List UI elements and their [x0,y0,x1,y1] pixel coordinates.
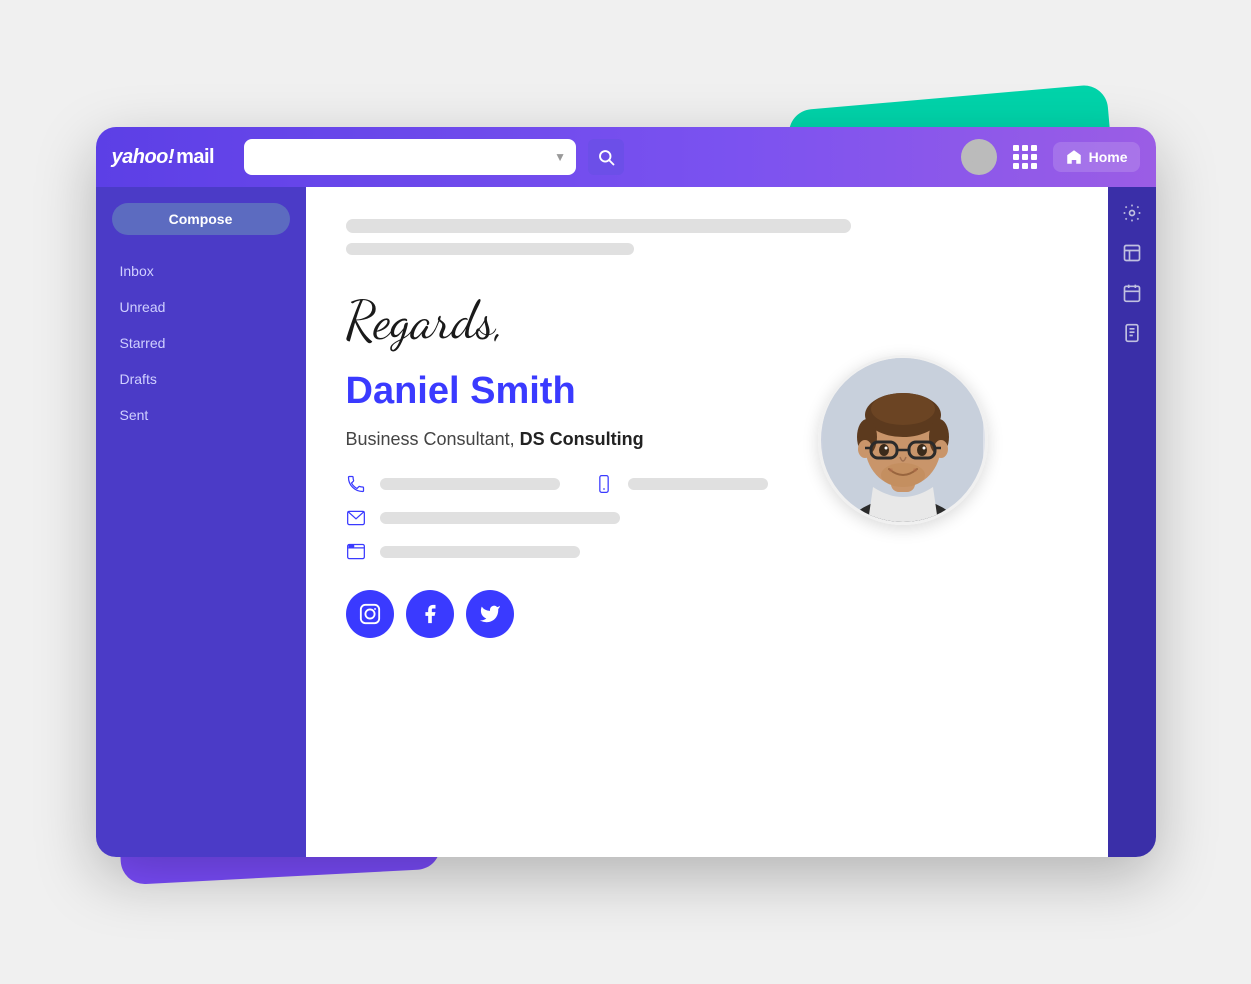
signature-card: Regards, Daniel Smith Business Consultan… [346,295,1068,638]
email-header-lines [346,219,1068,255]
sender-company: DS Consulting [520,429,644,449]
apps-icon[interactable] [1009,141,1041,173]
facebook-button[interactable] [406,590,454,638]
browser-body: Compose Inbox Unread Starred Drafts Sent [96,187,1156,857]
scene: yahoo! mail ▼ [76,67,1176,917]
sidebar: Compose Inbox Unread Starred Drafts Sent [96,187,306,857]
sender-avatar [818,355,988,525]
instagram-icon [359,603,381,625]
website-icon [346,542,366,562]
yahoo-exclaim: ! [168,146,174,168]
browser-header: yahoo! mail ▼ [96,127,1156,187]
yahoo-word: yahoo [112,146,168,168]
sidebar-item-starred[interactable]: Starred [96,327,306,359]
notes-icon-btn[interactable] [1122,323,1142,343]
search-input[interactable] [254,149,547,165]
sidebar-item-drafts[interactable]: Drafts [96,363,306,395]
twitter-button[interactable] [466,590,514,638]
calendar-icon-btn[interactable] [1122,283,1142,303]
mobile-line [628,478,768,490]
person-illustration [823,357,983,522]
right-sidebar [1108,187,1156,857]
search-icon [597,148,615,166]
sender-title-prefix: Business Consultant, [346,429,520,449]
website-row [346,542,1068,562]
sidebar-item-sent[interactable]: Sent [96,399,306,431]
sidebar-item-unread[interactable]: Unread [96,291,306,323]
email-content: Regards, Daniel Smith Business Consultan… [306,187,1108,857]
email-from-line [346,243,635,255]
website-line [380,546,580,558]
facebook-icon [419,603,441,625]
search-bar: ▼ [244,139,577,175]
header-avatar[interactable] [961,139,997,175]
yahoo-text: yahoo! [112,146,175,169]
home-label: Home [1089,149,1128,165]
email-row [346,508,1068,528]
search-button[interactable] [588,139,624,175]
twitter-icon [479,603,501,625]
phone-line [380,478,560,490]
settings-icon-btn[interactable] [1122,203,1142,223]
avatar-icon [968,146,990,168]
chevron-down-icon: ▼ [554,150,566,164]
social-icons [346,590,1068,638]
email-subject-line [346,219,851,233]
mail-text: mail [176,146,214,169]
regards-text: Regards, [346,295,1068,347]
phone-icon [346,474,366,494]
instagram-button[interactable] [346,590,394,638]
browser-window: yahoo! mail ▼ [96,127,1156,857]
mobile-icon [594,474,614,494]
contacts-icon-btn[interactable] [1122,243,1142,263]
email-icon [346,508,366,528]
compose-button[interactable]: Compose [112,203,290,235]
home-icon [1065,148,1083,166]
email-address-line [380,512,620,524]
yahoo-logo: yahoo! mail [112,146,232,169]
sidebar-item-inbox[interactable]: Inbox [96,255,306,287]
home-button[interactable]: Home [1053,142,1140,172]
